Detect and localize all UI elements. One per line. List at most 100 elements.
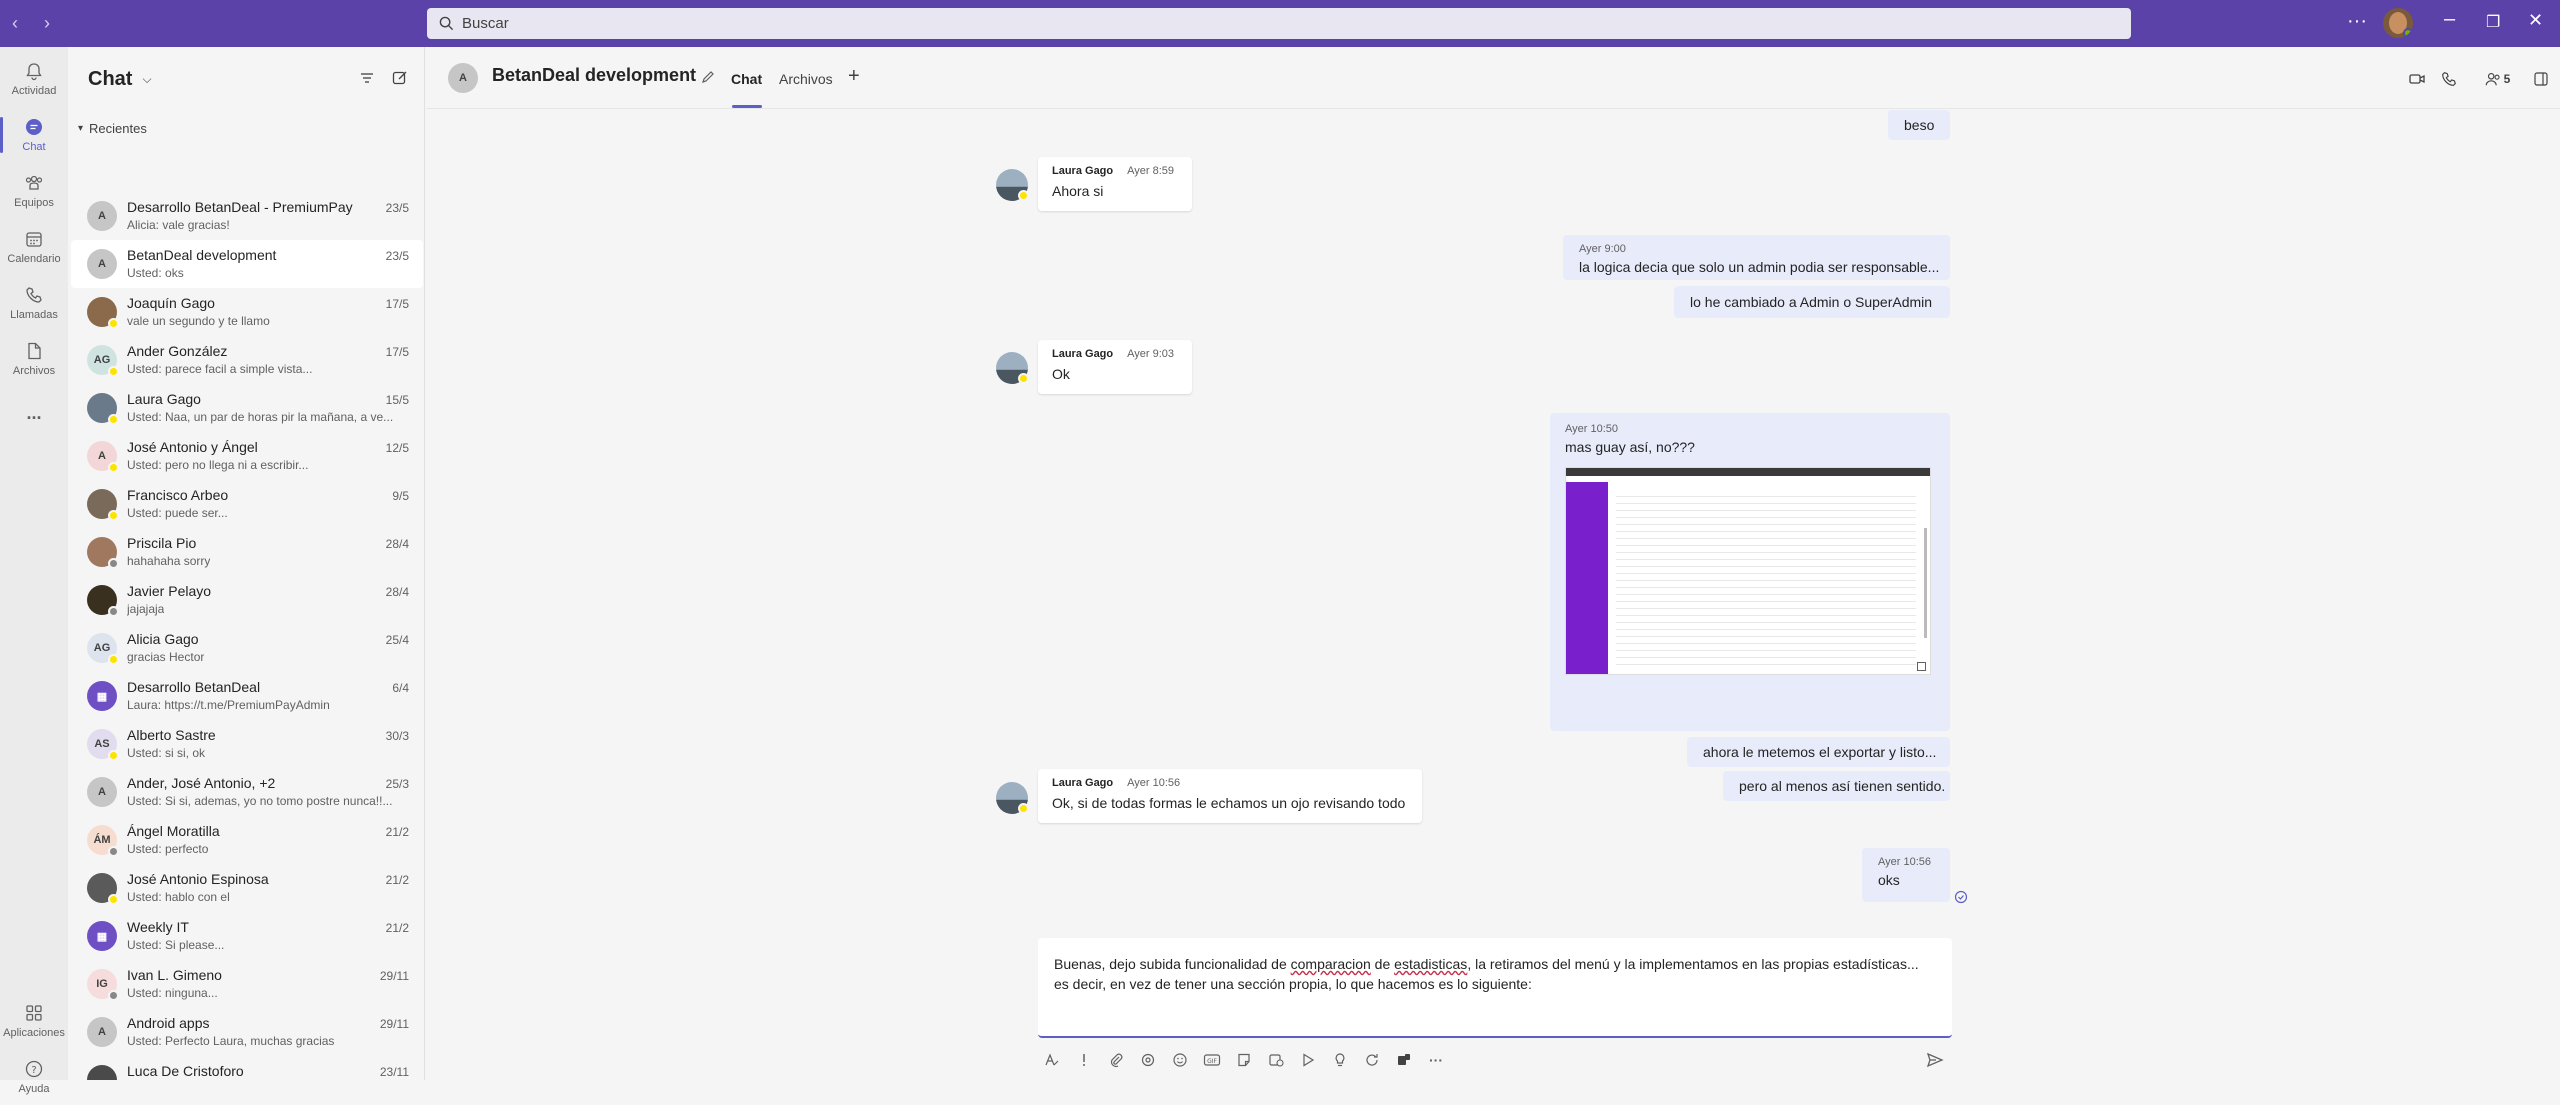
edit-pencil-icon[interactable]	[700, 69, 716, 85]
send-button[interactable]	[1924, 1049, 1946, 1071]
rail-item-chat[interactable]: Chat	[0, 107, 68, 163]
tab-chat[interactable]: Chat	[731, 71, 762, 87]
conversation-item[interactable]: A Desarrollo BetanDeal - PremiumPay Alicia…	[71, 192, 423, 240]
more-actions-button[interactable]: ···	[1425, 1049, 1447, 1071]
expand-icon[interactable]	[1917, 662, 1926, 671]
stream-button[interactable]	[1297, 1049, 1319, 1071]
forward-arrow-icon[interactable]: ›	[44, 13, 50, 34]
profile-avatar[interactable]	[2383, 8, 2413, 38]
presence-status-icon	[108, 510, 119, 521]
conversation-item[interactable]: José Antonio Espinosa Usted: hablo con el…	[71, 864, 423, 912]
conversation-name: Weekly IT	[127, 919, 189, 935]
rail-item-calendar[interactable]: Calendario	[0, 219, 68, 275]
message-author: Laura Gago	[1052, 777, 1114, 789]
incoming-message[interactable]: Laura Gago Ayer 8:59 Ahora si	[1038, 157, 1192, 211]
file-icon	[28, 342, 41, 360]
conversation-date: 21/2	[385, 825, 409, 839]
app-rail: Actividad Chat Equipos Calendario Llamad…	[0, 47, 68, 1095]
conversation-item[interactable]: ÁM Ángel Moratilla Usted: perfecto 21/2	[71, 816, 423, 864]
incoming-message[interactable]: Laura Gago Ayer 10:56 Ok, si de todas for…	[1038, 769, 1422, 823]
play-icon	[1303, 1053, 1315, 1067]
conversation-item[interactable]: IG Ivan L. Gimeno Usted: ninguna... 29/11	[71, 960, 423, 1008]
rail-item-apps[interactable]: Aplicaciones	[0, 993, 68, 1049]
conversation-item[interactable]: Luca De Cristoforoel mail me ha llegado2…	[71, 1056, 423, 1080]
new-chat-icon[interactable]	[391, 69, 409, 87]
schedule-meeting-button[interactable]	[1265, 1049, 1287, 1071]
back-arrow-icon[interactable]: ‹	[12, 13, 18, 34]
svg-text:GIF: GIF	[1207, 1058, 1217, 1065]
section-recientes[interactable]: ▾ Recientes	[78, 121, 147, 136]
attach-button[interactable]	[1105, 1049, 1127, 1071]
conversation-item[interactable]: AS Alberto Sastre Usted: si si, ok 30/3	[71, 720, 423, 768]
conversation-name: Luca De Cristoforo	[127, 1063, 244, 1079]
outgoing-message[interactable]: Ayer 9:00 la logica decia que solo un ad…	[1563, 235, 1950, 280]
apps-icon	[26, 1005, 42, 1021]
outgoing-message[interactable]: lo he cambiado a Admin o SuperAdmin	[1674, 286, 1950, 318]
filter-icon[interactable]	[358, 69, 376, 87]
loop-button[interactable]	[1137, 1049, 1159, 1071]
outgoing-message[interactable]: pero al menos así tienen sentido.	[1723, 771, 1950, 801]
sticker-button[interactable]	[1233, 1049, 1255, 1071]
conversation-name: Javier Pelayo	[127, 583, 212, 599]
conversation-preview: Usted: Naa, un par de horas pir la mañan…	[127, 410, 394, 424]
outgoing-message[interactable]: ahora le metemos el exportar y listo...	[1687, 737, 1950, 767]
participants-button[interactable]: 5	[2476, 64, 2518, 94]
outgoing-message[interactable]: Ayer 10:50 mas guay así, no???	[1550, 413, 1950, 731]
screenshot-attachment[interactable]	[1565, 467, 1931, 675]
conversation-date: 25/3	[385, 777, 409, 791]
conversation-name: BetanDeal development	[127, 247, 277, 263]
emoji-button[interactable]	[1169, 1049, 1191, 1071]
tab-archivos[interactable]: Archivos	[779, 71, 833, 87]
loop-refresh-button[interactable]	[1361, 1049, 1383, 1071]
message-compose-box[interactable]: Buenas, dejo subida funcionalidad de com…	[1038, 938, 1952, 1038]
conversation-item[interactable]: Francisco Arbeo Usted: puede ser... 9/5	[71, 480, 423, 528]
praise-button[interactable]	[1329, 1049, 1351, 1071]
conversation-item[interactable]: Laura Gago Usted: Naa, un par de horas pi…	[71, 384, 423, 432]
chat-list-title: Chat	[88, 67, 133, 90]
avatar: A	[87, 1017, 117, 1047]
video-call-button[interactable]	[2402, 64, 2432, 94]
presence-status-icon	[108, 462, 119, 473]
restore-icon[interactable]: ❐	[2486, 12, 2500, 32]
app-button[interactable]	[1393, 1049, 1415, 1071]
conversation-item[interactable]: AG Alicia Gago gracias Hector 25/4	[71, 624, 423, 672]
avatar: A	[87, 201, 117, 231]
minimize-icon[interactable]: –	[2444, 8, 2455, 31]
conversation-item[interactable]: ▦ Weekly IT Usted: Si please... 21/2	[71, 912, 423, 960]
conversation-item[interactable]: A Android apps Usted: Perfecto Laura, much…	[71, 1008, 423, 1056]
conversation-item[interactable]: A BetanDeal development Usted: oks 23/5	[71, 240, 423, 288]
outgoing-message[interactable]: beso	[1888, 110, 1950, 140]
gif-button[interactable]: GIF	[1201, 1049, 1223, 1071]
rail-label: Archivos	[12, 365, 56, 377]
conversation-item[interactable]: AG Ander González Usted: parece facil a si…	[71, 336, 423, 384]
add-tab-icon[interactable]: +	[848, 65, 860, 88]
format-button[interactable]	[1041, 1049, 1063, 1071]
incoming-message[interactable]: Laura Gago Ayer 9:03 Ok	[1038, 340, 1192, 394]
conversation-preview: Laura: https://t.me/PremiumPayAdmin	[127, 698, 330, 712]
search-icon	[439, 16, 454, 31]
close-icon[interactable]: ✕	[2528, 10, 2543, 31]
rail-item-activity[interactable]: Actividad	[0, 51, 68, 107]
search-input[interactable]: Buscar	[427, 8, 2131, 39]
chevron-down-icon[interactable]: ⌵	[142, 72, 151, 87]
message-text: oks	[1878, 872, 1900, 888]
rail-item-files[interactable]: Archivos	[0, 331, 68, 387]
rail-more-button[interactable]: ...	[0, 385, 68, 441]
side-panel-button[interactable]	[2526, 64, 2556, 94]
conversation-item[interactable]: A Ander, José Antonio, +2 Usted: Si si, ad…	[71, 768, 423, 816]
title-bar: ‹ › Buscar ··· – ❐ ✕	[0, 0, 2560, 47]
rail-item-calls[interactable]: Llamadas	[0, 275, 68, 331]
more-options-icon[interactable]: ···	[2347, 10, 2367, 33]
rail-item-help[interactable]: ? Ayuda	[0, 1049, 68, 1105]
conversation-item[interactable]: Joaquín Gago vale un segundo y te llamo 17…	[71, 288, 423, 336]
audio-call-button[interactable]	[2434, 64, 2464, 94]
conversation-item[interactable]: Priscila Pio hahahaha sorry 28/4	[71, 528, 423, 576]
conversation-item[interactable]: A José Antonio y Ángel Usted: pero no lleg…	[71, 432, 423, 480]
priority-button[interactable]	[1073, 1049, 1095, 1071]
rail-item-teams[interactable]: Equipos	[0, 163, 68, 219]
gif-icon: GIF	[1203, 1054, 1221, 1066]
conversation-item[interactable]: Javier Pelayo jajajaja 28/4	[71, 576, 423, 624]
outgoing-message[interactable]: Ayer 10:56 oks	[1862, 848, 1950, 902]
avatar: ▦	[87, 921, 117, 951]
conversation-item[interactable]: ▦ Desarrollo BetanDeal Laura: https://t.me…	[71, 672, 423, 720]
